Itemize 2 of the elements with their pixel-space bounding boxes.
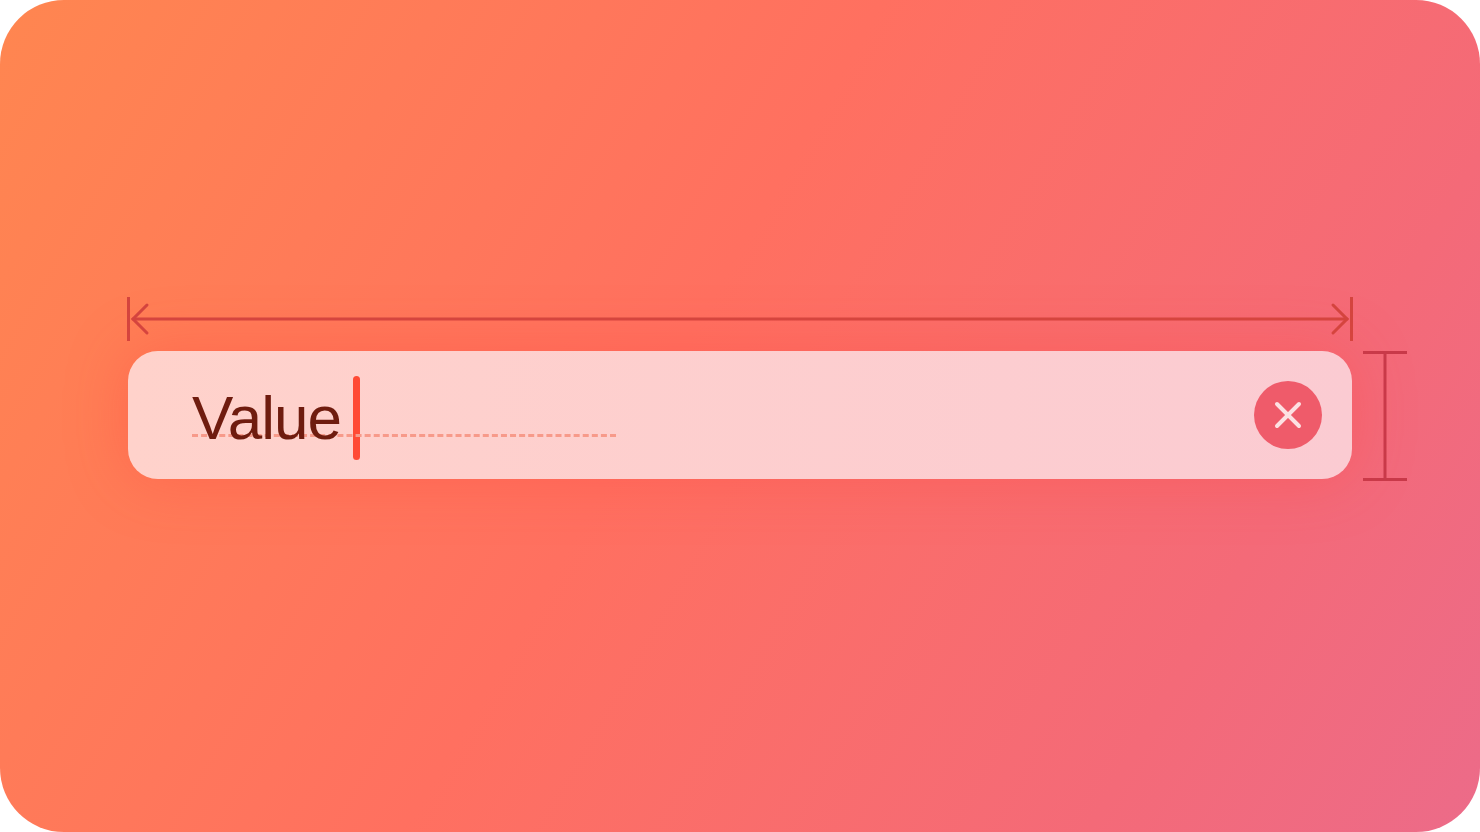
text-field[interactable]: Value	[128, 351, 1352, 479]
clear-button[interactable]	[1254, 381, 1322, 449]
